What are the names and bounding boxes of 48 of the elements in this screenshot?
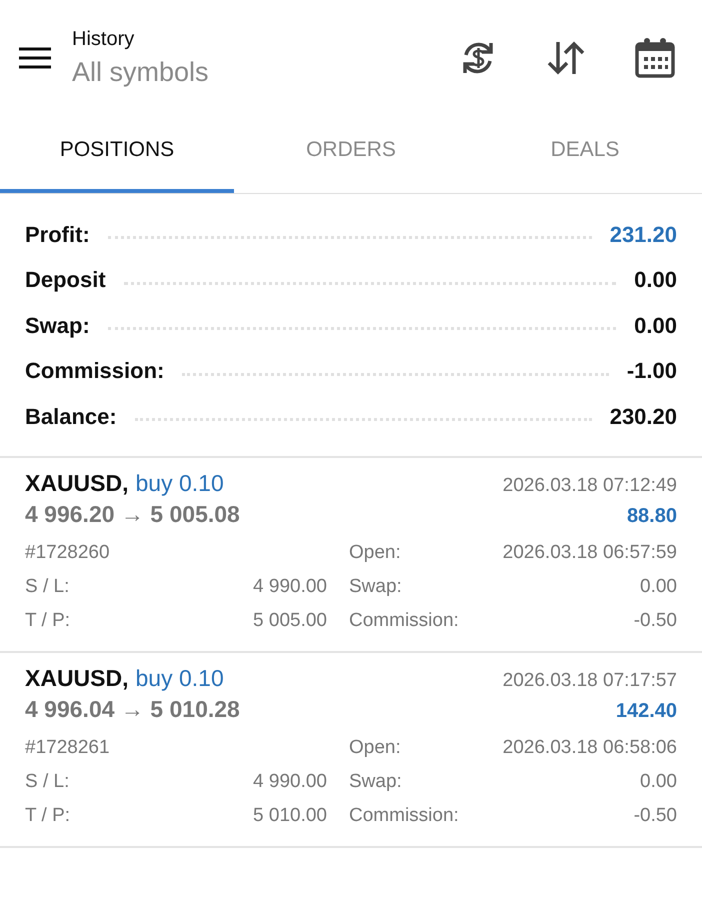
symbol-text: XAUUSD, [25, 664, 129, 692]
field-value: -0.50 [632, 610, 677, 632]
summary-value: 0.00 [634, 267, 677, 294]
close-time: 2026.03.18 07:17:57 [502, 670, 677, 692]
field-label: Commission: [348, 804, 460, 826]
tab[interactable]: POSITIONS [0, 115, 234, 193]
summary-value: 230.20 [610, 404, 677, 430]
summary-label: Swap: [25, 312, 90, 339]
field-label: Commission: [348, 610, 460, 632]
field-value: 0.00 [639, 576, 677, 598]
field-value: 5 010.00 [252, 804, 327, 826]
field-label: Open: [348, 542, 402, 564]
field-value: 2026.03.18 06:57:59 [502, 542, 677, 564]
summary-label: Commission: [25, 358, 164, 384]
price-range: 4 996.20 → 5 005.08 [25, 500, 240, 528]
summary-label: Deposit [25, 267, 106, 294]
trade-side: buy 0.10 [136, 470, 224, 496]
field-value: 4 990.00 [252, 770, 327, 792]
summary-value: -1.00 [626, 358, 677, 384]
field-label: Open: [348, 736, 402, 758]
field-label: S / L: [25, 770, 70, 792]
summary-label: Balance: [25, 404, 117, 430]
screen-title: History [72, 28, 136, 50]
menu-icon[interactable] [18, 46, 52, 70]
field-label: S / L: [25, 576, 70, 598]
trade-side: buy 0.10 [136, 664, 224, 692]
profit-value: 88.80 [626, 504, 677, 528]
price-range: 4 996.04 → 5 010.28 [25, 696, 240, 722]
field-value: 2026.03.18 06:58:06 [502, 736, 677, 758]
field-label: Swap: [348, 770, 403, 792]
symbol-text: XAUUSD, [25, 470, 129, 496]
summary-value: 231.20 [610, 222, 677, 248]
field-value: 0.00 [639, 770, 677, 792]
position-card[interactable]: XAUUSD, buy 0.10 2026.03.18 07:12:49 4 996.20 → 5 005.08 88.80 #1728260 Open: 2026.03.18 06:57:59 S / L: 4 990.00 Swap: 0.00 T / P: 5 005.00 Commission: -0.50 [0, 458, 702, 652]
calendar-icon[interactable] [634, 36, 676, 78]
field-value: -0.50 [632, 804, 677, 826]
close-time: 2026.03.18 07:12:49 [502, 474, 677, 496]
field-label: Swap: [348, 576, 403, 598]
profit-value: 142.40 [616, 700, 677, 722]
field-label: T / P: [25, 804, 72, 826]
summary-label: Profit: [25, 222, 90, 248]
field-value: 4 990.00 [252, 576, 327, 598]
field-value: 5 005.00 [252, 610, 327, 632]
ticket-number: #1728261 [25, 736, 111, 758]
summary-value: 0.00 [634, 312, 677, 339]
ticket-number: #1728260 [25, 542, 111, 564]
field-label: T / P: [25, 610, 72, 632]
position-card[interactable]: XAUUSD, buy 0.10 2026.03.18 07:17:57 4 996.04 → 5 010.28 142.40 #1728261 Open: 2026.03.18 06:58:06 S / L: 4 990.00 Swap: 0.00 T / P: 5 010.00 Commission: -0.50 [0, 652, 702, 848]
